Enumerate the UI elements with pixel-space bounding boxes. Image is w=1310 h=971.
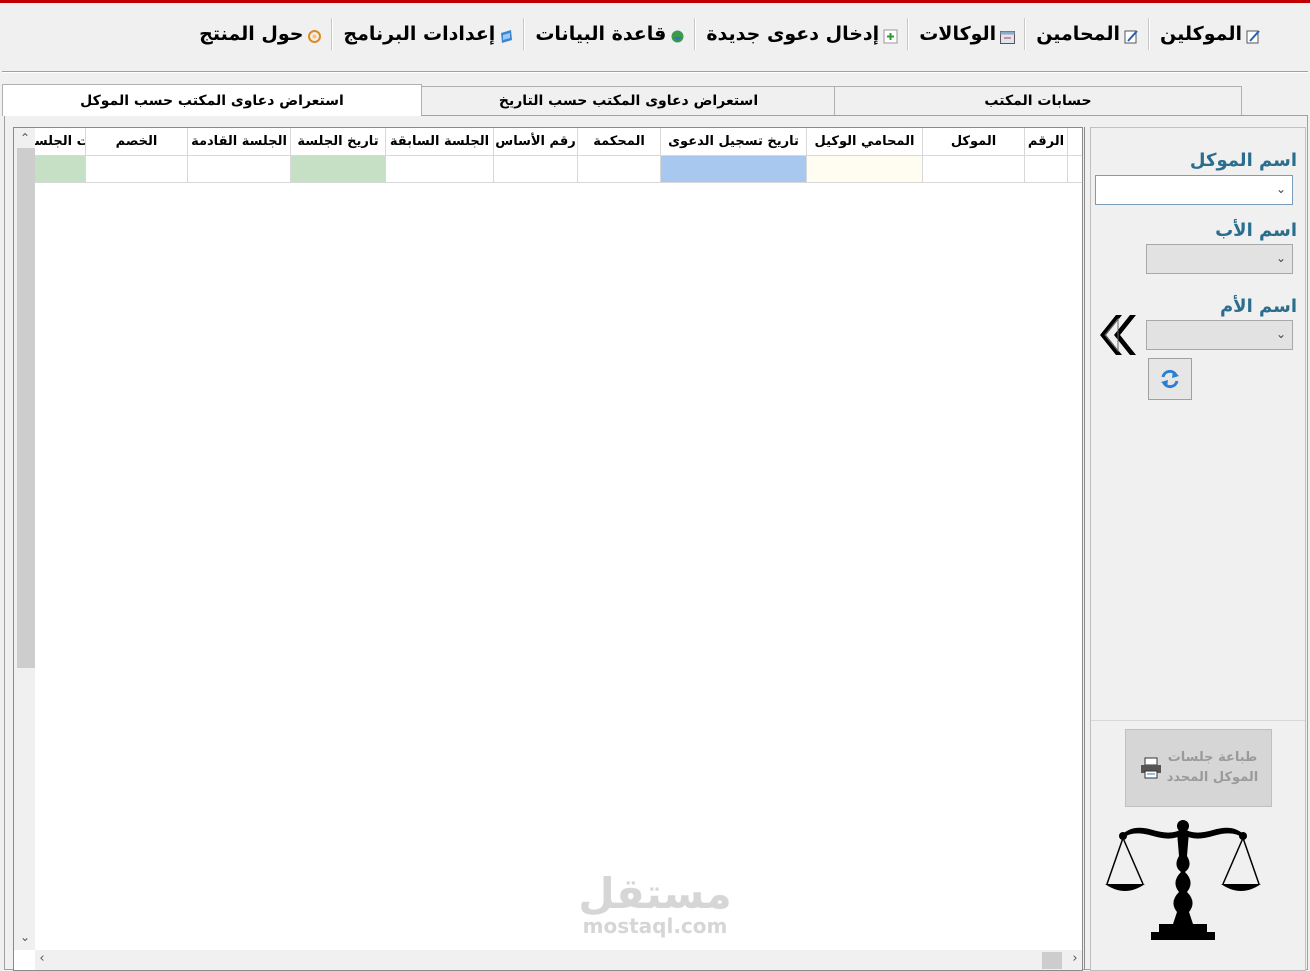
filter-sidebar: اسم الموكل ⌄ اسم الأب ⌄ اسم الأم ⌄ طباعة… <box>1090 127 1306 971</box>
print-client-sessions-button[interactable]: طباعة جلسات الموكل المحدد <box>1125 729 1272 807</box>
tab-by-date[interactable]: استعراض دعاوى المكتب حسب التاريخ <box>421 86 836 115</box>
menu-item-label: حول المنتج <box>199 23 304 45</box>
justice-scales-icon <box>1105 820 1261 940</box>
tab-by-date-label: استعراض دعاوى المكتب حسب التاريخ <box>498 93 759 109</box>
horizontal-scrollbar[interactable]: ‹ › <box>35 950 1082 970</box>
row-header-cell[interactable] <box>1067 156 1082 183</box>
column-header-8[interactable]: الجلسة القادمة <box>187 128 290 155</box>
grid-cell[interactable] <box>577 156 660 183</box>
menu-item-label: إدخال دعوى جديدة <box>706 23 880 45</box>
column-header-7[interactable]: تاريخ الجلسة <box>290 128 385 155</box>
menu-item-1[interactable]: المحامين <box>1026 18 1148 50</box>
grid-header: الرقم الموكل المحامي الوكيل تاريخ تسجيل الد… <box>26 128 1082 156</box>
info-icon <box>307 27 322 43</box>
grid-cell[interactable] <box>290 156 385 183</box>
column-header-label: تاريخ الجلسة <box>297 134 379 149</box>
column-header-9[interactable]: الخصم <box>85 128 187 155</box>
grid-cell[interactable] <box>85 156 187 183</box>
father-name-combo[interactable]: ⌄ <box>1146 244 1293 274</box>
row-header-corner <box>1067 128 1082 155</box>
print-line1: طباعة جلسات <box>1167 750 1258 765</box>
panel-divider <box>1084 127 1085 969</box>
chevron-down-icon: ⌄ <box>1275 327 1286 341</box>
grid-cell[interactable] <box>660 156 806 183</box>
double-chevron-left-icon[interactable] <box>1096 313 1140 357</box>
column-header-label: المحكمة <box>593 134 645 149</box>
scroll-right-icon[interactable]: › <box>1068 952 1082 966</box>
refresh-button[interactable] <box>1148 358 1192 400</box>
menu-items: الموكلين المحامين الوكالات إدخال دعوى جديدة… <box>189 16 1270 52</box>
column-header-label: تاريخ تسجيل الدعوى <box>668 134 799 149</box>
column-header-label: رقم الأساس <box>495 134 576 149</box>
menu-item-label: إعدادات البرنامج <box>343 23 496 45</box>
column-header-6[interactable]: الجلسة السابقة <box>385 128 493 155</box>
client-name-combo[interactable]: ⌄ <box>1095 175 1293 205</box>
chevron-down-icon: ⌄ <box>1275 251 1286 265</box>
window-icon <box>1000 27 1016 44</box>
menu-item-3[interactable]: إدخال دعوى جديدة <box>696 18 907 50</box>
column-header-label: الموكل <box>950 134 997 149</box>
scroll-down-icon[interactable]: ⌄ <box>18 930 32 944</box>
column-header-1[interactable]: الموكل <box>922 128 1024 155</box>
grid-cell[interactable] <box>806 156 922 183</box>
menu-item-0[interactable]: الموكلين <box>1150 18 1270 50</box>
column-header-label: الرقم <box>1027 134 1065 149</box>
column-header-label: الجلسة السابقة <box>389 134 490 149</box>
grid-cell[interactable] <box>1024 156 1067 183</box>
printer-icon <box>1140 757 1161 779</box>
menu-item-6[interactable]: حول المنتج <box>189 18 331 50</box>
tab-by-client-label: استعراض دعاوى المكتب حسب الموكل <box>80 92 344 109</box>
horizontal-scroll-thumb[interactable] <box>1042 952 1062 969</box>
column-header-5[interactable]: رقم الأساس <box>493 128 577 155</box>
tab-panel-by-client: الرقم الموكل المحامي الوكيل تاريخ تسجيل الد… <box>4 115 1308 971</box>
menu-item-label: الوكالات <box>919 23 997 45</box>
client-name-label: اسم الموكل <box>1189 150 1297 171</box>
grid-cell[interactable] <box>385 156 493 183</box>
add-icon <box>883 27 898 44</box>
print-button-text: طباعة جلسات الموكل المحدد <box>1167 748 1259 788</box>
grid-cell[interactable] <box>922 156 1024 183</box>
column-header-label: ملاحظات الجلسة <box>27 134 85 149</box>
mother-name-label: اسم الأم <box>1219 296 1297 317</box>
column-header-3[interactable]: تاريخ تسجيل الدعوى <box>660 128 806 155</box>
column-header-label: الجلسة القادمة <box>191 134 287 149</box>
menu-item-5[interactable]: إعدادات البرنامج <box>333 18 523 50</box>
print-area: طباعة جلسات الموكل المحدد <box>1091 720 1305 971</box>
tab-by-client[interactable]: استعراض دعاوى المكتب حسب الموكل <box>2 84 422 116</box>
tab-office-accounts-label: حسابات المكتب <box>984 93 1092 109</box>
menu-item-2[interactable]: الوكالات <box>909 18 1024 50</box>
menu-item-4[interactable]: قاعدة البيانات <box>525 18 694 50</box>
cases-grid[interactable]: الرقم الموكل المحامي الوكيل تاريخ تسجيل الد… <box>13 127 1083 971</box>
column-header-label: الخصم <box>115 134 158 149</box>
print-line2: الموكل المحدد <box>1166 770 1259 785</box>
edit-icon <box>1246 27 1260 44</box>
scroll-up-icon[interactable]: ⌃ <box>18 131 32 145</box>
grid-cell[interactable] <box>187 156 290 183</box>
edit-icon <box>1124 27 1138 44</box>
tab-office-accounts[interactable]: حسابات المكتب <box>834 86 1242 115</box>
column-header-0[interactable]: الرقم <box>1024 128 1067 155</box>
main-menu-bar: الموكلين المحامين الوكالات إدخال دعوى جديدة… <box>2 3 1308 72</box>
table-row[interactable] <box>26 156 1082 183</box>
menu-item-label: الموكلين <box>1160 23 1242 45</box>
refresh-icon <box>1161 369 1179 389</box>
grid-cell[interactable] <box>493 156 577 183</box>
father-name-label: اسم الأب <box>1215 220 1297 241</box>
vertical-scroll-thumb[interactable] <box>17 148 35 668</box>
menu-item-label: قاعدة البيانات <box>535 23 667 45</box>
settings-icon <box>499 27 513 43</box>
column-header-label: المحامي الوكيل <box>814 134 915 149</box>
column-header-4[interactable]: المحكمة <box>577 128 660 155</box>
chevron-down-icon: ⌄ <box>1275 182 1286 196</box>
mother-name-combo[interactable]: ⌄ <box>1146 320 1293 350</box>
scroll-left-icon[interactable]: ‹ <box>35 952 49 966</box>
vertical-scrollbar[interactable]: ⌃ ⌄ <box>14 128 35 950</box>
database-icon <box>670 27 684 43</box>
column-header-2[interactable]: المحامي الوكيل <box>806 128 922 155</box>
menu-item-label: المحامين <box>1036 23 1121 45</box>
tab-control: استعراض دعاوى المكتب حسب الموكل استعراض … <box>2 84 1308 971</box>
